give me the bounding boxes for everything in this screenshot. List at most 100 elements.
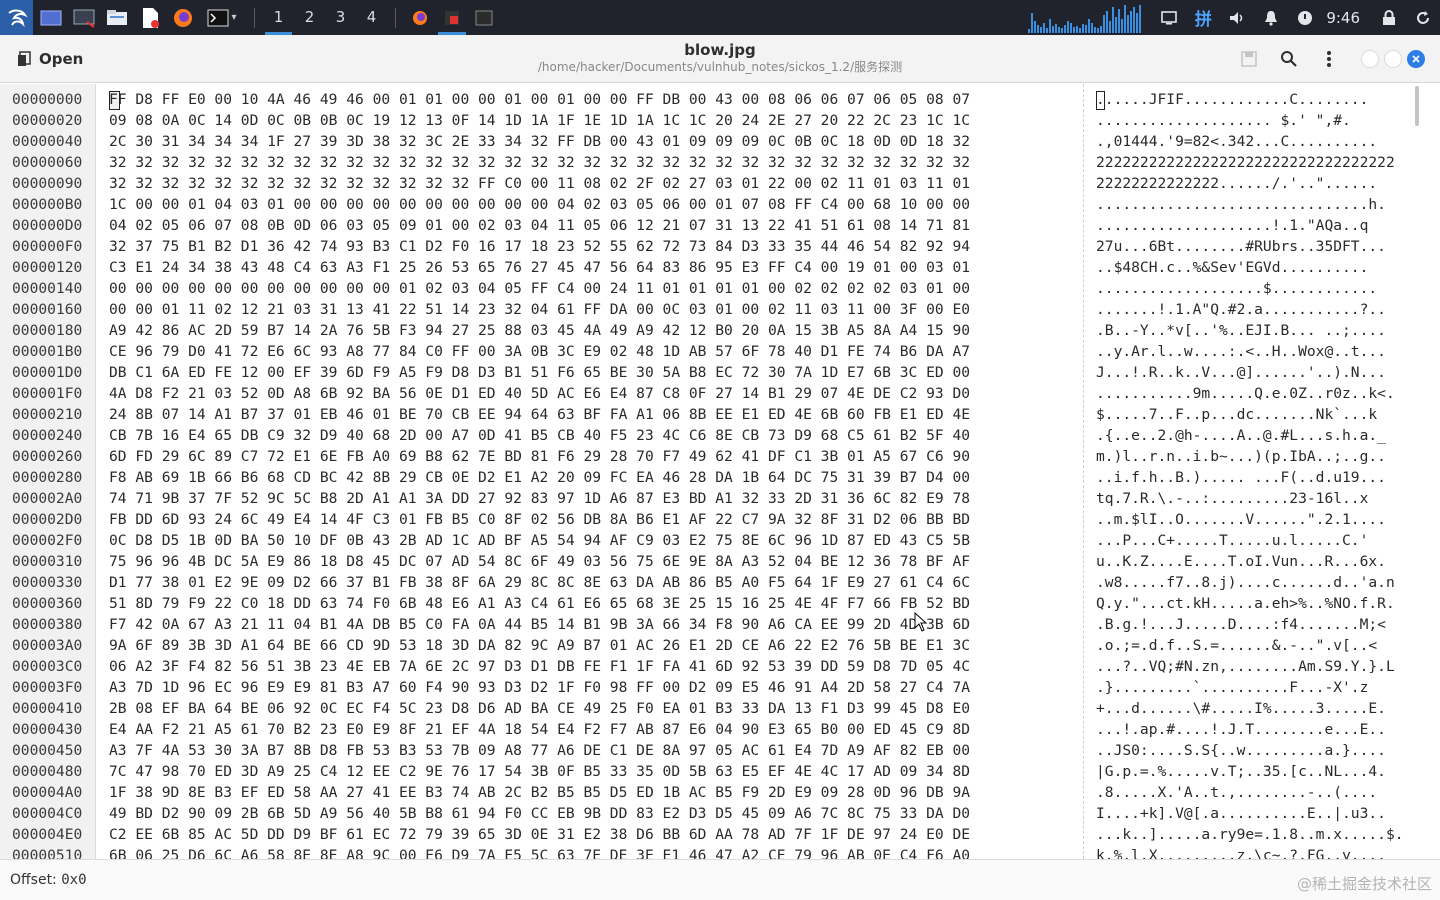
hex-row[interactable]: CE 96 79 D0 41 72 E6 6C 93 A8 77 84 C0 F…	[97, 341, 1082, 362]
hex-row[interactable]: 1C 00 00 01 04 03 01 00 00 00 00 00 00 0…	[97, 194, 1082, 215]
hex-row[interactable]: FB DD 6D 93 24 6C 49 E4 14 4F C3 01 FB B…	[97, 509, 1082, 530]
open-button[interactable]: Open	[9, 45, 91, 73]
hex-row[interactable]: 09 08 0A 0C 14 0D 0C 0B 0B 0C 19 12 13 0…	[97, 110, 1082, 131]
ascii-row[interactable]: 2222222222222222222222222222222222	[1084, 152, 1423, 173]
desktop-icon[interactable]	[36, 0, 66, 35]
input-method-icon[interactable]: 拼	[1186, 0, 1220, 35]
refresh-icon[interactable]	[1406, 0, 1440, 35]
hex-row[interactable]: 6D FD 29 6C 89 C7 72 E1 6E FB A0 69 B8 6…	[97, 446, 1082, 467]
ascii-row[interactable]: ...k..].....a.ry9e=.1.8..m.x.....$.	[1084, 824, 1423, 845]
ascii-row[interactable]: ..i.f.h..B.)..... ...F(..d.u19...	[1084, 467, 1423, 488]
ascii-row[interactable]: .B..-Y..*v[..'%..EJI.B... ..;....	[1084, 320, 1423, 341]
window-hex-editor[interactable]	[436, 0, 468, 35]
hex-row[interactable]: 74 71 9B 37 7F 52 9C 5C B8 2D A1 A1 3A D…	[97, 488, 1082, 509]
ascii-row[interactable]: ...............................h.	[1084, 194, 1423, 215]
ascii-row[interactable]: .}.........`..........F...-X'.z	[1084, 677, 1423, 698]
hex-editor[interactable]: 00000000 00000020 00000040 00000060 00000090…	[0, 84, 1440, 859]
hex-row[interactable]: A3 7F 4A 53 30 3A B7 8B D8 FB 53 B3 53 7…	[97, 740, 1082, 761]
ascii-row[interactable]: ..y.Ar.l..w....:.<..H..Wox@..t...	[1084, 341, 1423, 362]
hex-row[interactable]: E4 AA F2 21 A5 61 70 B2 23 E0 E9 8F 21 E…	[97, 719, 1082, 740]
monitor-icon[interactable]	[1152, 0, 1186, 35]
ascii-row[interactable]: |G.p.=.%.....v.T;..35.[c..NL...4.	[1084, 761, 1423, 782]
workspace-3[interactable]: 3	[325, 0, 356, 35]
power-icon[interactable]	[1288, 0, 1322, 35]
lock-icon[interactable]	[1372, 0, 1406, 35]
ascii-row[interactable]: ....................!.1."AQa..q	[1084, 215, 1423, 236]
ascii-row[interactable]: ..JS0:....S.S{..w.........a.}....	[1084, 740, 1423, 761]
window-firefox[interactable]	[404, 0, 436, 35]
file-manager-icon[interactable]	[102, 0, 132, 35]
hex-row[interactable]: 1F 38 9D 8E B3 EF ED 58 AA 27 41 EE B3 7…	[97, 782, 1082, 803]
hex-row[interactable]: 00 00 01 11 02 12 21 03 31 13 41 22 51 1…	[97, 299, 1082, 320]
ascii-row[interactable]: .o.;=.d.f..S.=......&.-..".v[..<	[1084, 635, 1423, 656]
maximize-button[interactable]	[1384, 50, 1402, 68]
ascii-row[interactable]: ...P...C+.....T.....u.l.....C.'	[1084, 530, 1423, 551]
ascii-row[interactable]: ...........9m.....Q.e.0Z..r0z..k<.	[1084, 383, 1423, 404]
ascii-row[interactable]: 27u...6Bt........#RUbrs..35DFT...	[1084, 236, 1423, 257]
close-button[interactable]	[1407, 50, 1425, 68]
ascii-row[interactable]: tq.7.R.\.-..:.........23-16l..x	[1084, 488, 1423, 509]
ascii-row[interactable]: ...................$............	[1084, 278, 1423, 299]
hex-row[interactable]: 2B 08 EF BA 64 BE 06 92 0C EC F4 5C 23 D…	[97, 698, 1082, 719]
hex-row[interactable]: 00 00 00 00 00 00 00 00 00 00 00 01 02 0…	[97, 278, 1082, 299]
hex-row[interactable]: C3 E1 24 34 38 43 48 C4 63 A3 F1 25 26 5…	[97, 257, 1082, 278]
hex-row[interactable]: 7C 47 98 70 ED 3D A9 25 C4 12 EE C2 9E 7…	[97, 761, 1082, 782]
volume-icon[interactable]	[1220, 0, 1254, 35]
ascii-row[interactable]: .,01444.'9=82<.342...C..........	[1084, 131, 1423, 152]
hex-row[interactable]: 32 37 75 B1 B2 D1 36 42 74 93 B3 C1 D2 F…	[97, 236, 1082, 257]
ascii-row[interactable]: Q.y."...ct.kH.....a.eh>%..%NO.f.R.	[1084, 593, 1423, 614]
hex-row[interactable]: 0C D8 D5 1B 0D BA 50 10 DF 0B 43 2B AD 1…	[97, 530, 1082, 551]
text-editor-icon[interactable]	[135, 0, 165, 35]
window-terminal[interactable]	[468, 0, 500, 35]
hex-row[interactable]: 75 96 96 4B DC 5A E9 86 18 D8 45 DC 07 A…	[97, 551, 1082, 572]
vertical-scrollbar[interactable]	[1415, 86, 1419, 126]
clock[interactable]: 9:46	[1322, 9, 1372, 27]
ascii-row[interactable]: u..K.Z....E....T.oI.Vun...R...6x.	[1084, 551, 1423, 572]
hex-row[interactable]: DB C1 6A ED FE 12 00 EF 39 6D F9 A5 F9 D…	[97, 362, 1082, 383]
ascii-row[interactable]: ...!.ap.#....!.J.T........e...E..	[1084, 719, 1423, 740]
ascii-row[interactable]: I....+k].V@[.a..........E..|.u3..	[1084, 803, 1423, 824]
ascii-row[interactable]: 22222222222222....../.'.."......	[1084, 173, 1423, 194]
ascii-row[interactable]: k.%.l.X.........z.\c~.?.FG..y....	[1084, 845, 1423, 859]
kali-menu-icon[interactable]	[0, 0, 33, 35]
ascii-row[interactable]: J...!.R..k..V...@]......'..).N...	[1084, 362, 1423, 383]
hex-row[interactable]: C2 EE 6B 85 AC 5D DD D9 BF 61 EC 72 79 3…	[97, 824, 1082, 845]
ascii-row[interactable]: .B.g.!...J.....D....:f4.......M;<	[1084, 614, 1423, 635]
ascii-row[interactable]: $.....7..F..p...dc.......Nk`...k	[1084, 404, 1423, 425]
ascii-row[interactable]: .{..e..2.@h-....A..@.#L...s.h.a._	[1084, 425, 1423, 446]
ascii-row[interactable]: .................... $.' ",#.	[1084, 110, 1423, 131]
hex-row[interactable]: 04 02 05 06 07 08 0B 0D 06 03 05 09 01 0…	[97, 215, 1082, 236]
hex-row[interactable]: F8 AB 69 1B 66 B6 68 CD BC 42 8B 29 CB 0…	[97, 467, 1082, 488]
ascii-row[interactable]: ...?..VQ;#N.zn,........Am.S9.Y.}.L	[1084, 656, 1423, 677]
ascii-row[interactable]: .8.....X.'A..t.,........-..(....	[1084, 782, 1423, 803]
ascii-row[interactable]: .w8.....f7..8.j)....c......d..'a.n	[1084, 572, 1423, 593]
ascii-row[interactable]: m.)l..r.n..i.b~...)(p.IbA..;..g..	[1084, 446, 1423, 467]
ascii-row[interactable]: ......JFIF............C........	[1084, 89, 1423, 110]
hex-row[interactable]: A3 7D 1D 96 EC 96 E9 E9 81 B3 A7 60 F4 9…	[97, 677, 1082, 698]
ascii-pane[interactable]: ......JFIF............C.................…	[1083, 84, 1423, 859]
hex-row[interactable]: D1 77 38 01 E2 9E 09 D2 66 37 B1 FB 38 8…	[97, 572, 1082, 593]
hex-row[interactable]: 4A D8 F2 21 03 52 0D A8 6B 92 BA 56 0E D…	[97, 383, 1082, 404]
search-button[interactable]	[1277, 47, 1301, 71]
hex-row[interactable]: 51 8D 79 F9 22 C0 18 DD 63 74 F0 6B 48 E…	[97, 593, 1082, 614]
hex-row[interactable]: 2C 30 31 34 34 34 1F 27 39 3D 38 32 3C 2…	[97, 131, 1082, 152]
ascii-row[interactable]: +...d......\#.....I%.....3.....E.	[1084, 698, 1423, 719]
firefox-icon[interactable]	[168, 0, 198, 35]
hex-row[interactable]: 6B 06 25 D6 6C A6 58 8E 8E A8 9C 00 E6 D…	[97, 845, 1082, 859]
hex-row[interactable]: 32 32 32 32 32 32 32 32 32 32 32 32 32 3…	[97, 152, 1082, 173]
workspace-4[interactable]: 4	[356, 0, 387, 35]
menu-button[interactable]	[1317, 47, 1341, 71]
workspace-1[interactable]: 1	[263, 0, 294, 35]
hex-row[interactable]: A9 42 86 AC 2D 59 B7 14 2A 76 5B F3 94 2…	[97, 320, 1082, 341]
hex-row[interactable]: FF D8 FF E0 00 10 4A 46 49 46 00 01 01 0…	[97, 89, 1082, 110]
hex-row[interactable]: 24 8B 07 14 A1 B7 37 01 EB 46 01 BE 70 C…	[97, 404, 1082, 425]
hex-pane[interactable]: FF D8 FF E0 00 10 4A 46 49 46 00 01 01 0…	[97, 84, 1082, 859]
hex-row[interactable]: 06 A2 3F F4 82 56 51 3B 23 4E EB 7A 6E 2…	[97, 656, 1082, 677]
hex-row[interactable]: 49 BD D2 90 09 2B 6B 5D A9 56 40 5B B8 6…	[97, 803, 1082, 824]
ascii-row[interactable]: ..m.$lI..O.......V......".2.1....	[1084, 509, 1423, 530]
terminal-icon[interactable]: ▾	[201, 0, 243, 35]
ascii-row[interactable]: ..$48CH.c..%&Sev'EGVd..........	[1084, 257, 1423, 278]
chevron-down-icon[interactable]: ▾	[231, 12, 236, 23]
hex-row[interactable]: F7 42 0A 67 A3 21 11 04 B1 4A DB B5 C0 F…	[97, 614, 1082, 635]
minimize-button[interactable]	[1361, 50, 1379, 68]
